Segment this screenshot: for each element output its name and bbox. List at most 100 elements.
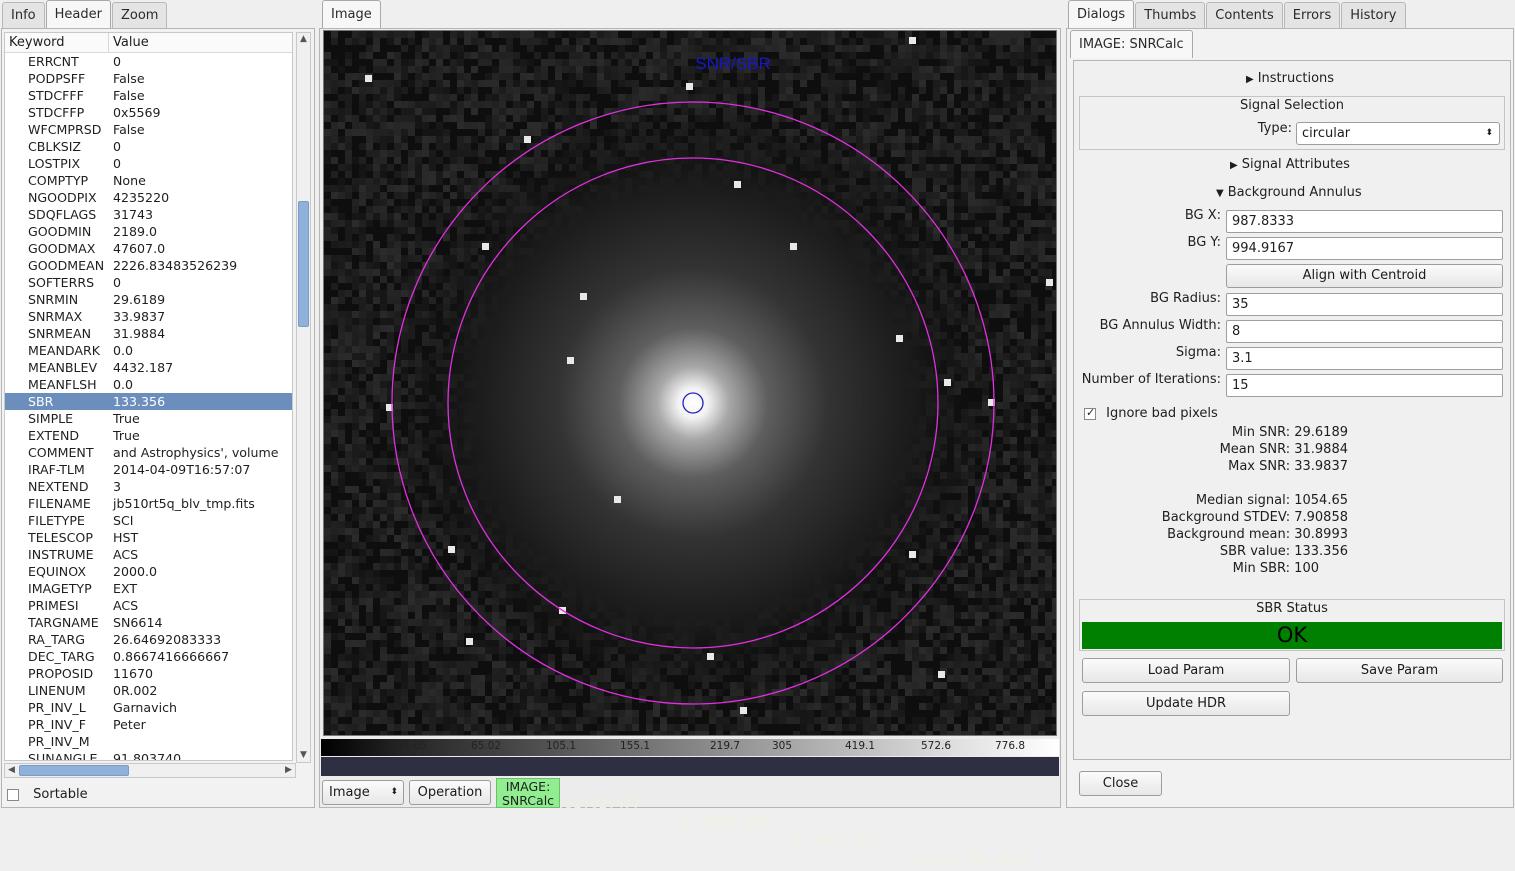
header-keyword: RA_TARG	[28, 632, 85, 647]
header-value: 2189.0	[113, 224, 158, 239]
header-row[interactable]: ERRCNT 0	[5, 53, 292, 70]
header-value: 31743	[113, 207, 154, 222]
image-mode-select[interactable]: Image ⬍	[322, 780, 404, 805]
header-row[interactable]: SNRMEAN 31.9884	[5, 325, 292, 342]
column-keyword[interactable]: Keyword	[5, 33, 109, 52]
header-vertical-scrollbar[interactable]: ▲ ▼	[296, 32, 311, 763]
galaxy-glow	[393, 103, 993, 703]
header-value: False	[113, 122, 145, 137]
header-row[interactable]: TARGNAME SN6614	[5, 614, 292, 631]
header-row[interactable]: GOODMEAN 2226.83483526239	[5, 257, 292, 274]
tab-snrcalc[interactable]: IMAGE: SNRCalc	[1070, 30, 1193, 58]
header-row[interactable]: DEC_TARG 0.8667416666667	[5, 648, 292, 665]
header-row[interactable]: PR_INV_L Garnavich	[5, 699, 292, 716]
ignore-bad-pixels-checkbox[interactable]	[1084, 406, 1096, 420]
bg-x-label: BG X:	[1184, 208, 1221, 223]
instructions-expander[interactable]: ▶ Instructions	[1246, 71, 1334, 86]
header-keyword: COMPTYP	[28, 173, 89, 188]
tab-image[interactable]: Image	[322, 0, 381, 28]
header-row[interactable]: NEXTEND 3	[5, 478, 292, 495]
tab-errors[interactable]: Errors	[1283, 2, 1341, 28]
header-row[interactable]: MEANFLSH 0.0	[5, 376, 292, 393]
header-keyword: NGOODPIX	[28, 190, 97, 205]
bg-annulus-width-input[interactable]: 8	[1226, 320, 1503, 343]
scroll-thumb[interactable]	[298, 201, 309, 327]
header-row[interactable]: RA_TARG 26.64692083333	[5, 631, 292, 648]
header-row[interactable]: SIMPLE True	[5, 410, 292, 427]
load-param-button[interactable]: Load Param	[1082, 658, 1290, 683]
ignore-bad-pixels-toggle[interactable]: Ignore bad pixels	[1084, 406, 1218, 421]
image-viewer[interactable]: SNR/SBR	[323, 30, 1057, 736]
save-param-button[interactable]: Save Param	[1296, 658, 1503, 683]
header-value: 26.64692083333	[113, 632, 222, 647]
sortable-toggle[interactable]: Sortable	[7, 787, 88, 802]
image-canvas[interactable]: SNR/SBR	[324, 31, 1057, 736]
header-keyword: SOFTERRS	[28, 275, 95, 290]
align-with-centroid-button[interactable]: Align with Centroid	[1226, 264, 1503, 288]
header-row[interactable]: IRAF-TLM 2014-04-09T16:57:07	[5, 461, 292, 478]
colorbar[interactable]: 31.05 65.02 105.1 155.1 219.7 305 419.1 …	[321, 739, 1059, 756]
header-row[interactable]: SNRMIN 29.6189	[5, 291, 292, 308]
tab-contents[interactable]: Contents	[1206, 2, 1283, 28]
header-row[interactable]: PROPOSID 11670	[5, 665, 292, 682]
sortable-checkbox[interactable]	[7, 788, 19, 801]
header-row[interactable]: PR_INV_F Peter	[5, 716, 292, 733]
tab-history[interactable]: History	[1341, 2, 1406, 28]
header-row[interactable]: MEANBLEV 4432.187	[5, 359, 292, 376]
header-horizontal-scrollbar[interactable]: ◀ ▶	[4, 763, 296, 778]
bg-y-input[interactable]: 994.9167	[1226, 237, 1503, 260]
header-row[interactable]: GOODMIN 2189.0	[5, 223, 292, 240]
header-row[interactable]: EXTEND True	[5, 427, 292, 444]
close-button[interactable]: Close	[1079, 771, 1162, 796]
header-row[interactable]: SOFTERRS 0	[5, 274, 292, 291]
header-row[interactable]: SBR 133.356	[5, 393, 292, 410]
header-row[interactable]: TELESCOP HST	[5, 529, 292, 546]
header-row[interactable]: WFCMPRSD False	[5, 121, 292, 138]
column-value[interactable]: Value	[109, 33, 149, 52]
header-row[interactable]: PODPSFF False	[5, 70, 292, 87]
header-row[interactable]: IMAGETYP EXT	[5, 580, 292, 597]
bg-x-input[interactable]: 987.8333	[1226, 210, 1503, 233]
header-row[interactable]: STDCFFP 0x5569	[5, 104, 292, 121]
scroll-left-icon[interactable]: ◀	[5, 764, 18, 777]
operation-button[interactable]: Operation	[409, 780, 491, 805]
bg-radius-input[interactable]: 35	[1226, 293, 1503, 316]
header-row[interactable]: LOSTPIX 0	[5, 155, 292, 172]
header-row[interactable]: PR_INV_M	[5, 733, 292, 750]
header-row[interactable]: SUNANGLE 91.803740	[5, 750, 292, 760]
header-row[interactable]: LINENUM 0R.002	[5, 682, 292, 699]
header-row[interactable]: SNRMAX 33.9837	[5, 308, 292, 325]
signal-type-select[interactable]: circular ⬍	[1296, 122, 1500, 145]
header-row[interactable]: GOODMAX 47607.0	[5, 240, 292, 257]
tab-info[interactable]: Info	[2, 2, 45, 28]
header-row[interactable]: COMPTYP None	[5, 172, 292, 189]
tab-header[interactable]: Header	[45, 0, 111, 28]
header-row[interactable]: FILENAME jb510rt5q_blv_tmp.fits	[5, 495, 292, 512]
sigma-label: Sigma:	[1175, 345, 1221, 360]
header-row[interactable]: STDCFFF False	[5, 87, 292, 104]
tab-thumbs[interactable]: Thumbs	[1135, 2, 1206, 28]
iterations-input[interactable]: 15	[1226, 374, 1503, 397]
tab-zoom[interactable]: Zoom	[111, 2, 168, 28]
header-row[interactable]: PRIMESI ACS	[5, 597, 292, 614]
scroll-down-icon[interactable]: ▼	[297, 749, 310, 762]
header-keyword: PODPSFF	[28, 71, 86, 86]
header-row[interactable]: SDQFLAGS 31743	[5, 206, 292, 223]
scroll-right-icon[interactable]: ▶	[282, 764, 295, 777]
header-row[interactable]: CBLKSIZ 0	[5, 138, 292, 155]
update-hdr-button[interactable]: Update HDR	[1082, 691, 1290, 716]
header-row[interactable]: NGOODPIX 4235220	[5, 189, 292, 206]
background-annulus-expander[interactable]: ▼ Background Annulus	[1216, 185, 1362, 200]
tab-dialogs[interactable]: Dialogs	[1068, 0, 1135, 28]
sigma-input[interactable]: 3.1	[1226, 347, 1503, 370]
hscroll-thumb[interactable]	[19, 765, 129, 776]
header-row[interactable]: MEANDARK 0.0	[5, 342, 292, 359]
header-row[interactable]: COMMENT and Astrophysics', volume	[5, 444, 292, 461]
active-plugin-badge[interactable]: IMAGE: SNRCalc	[496, 778, 560, 808]
scroll-up-icon[interactable]: ▲	[297, 33, 310, 46]
signal-attributes-expander[interactable]: ▶ Signal Attributes	[1230, 157, 1350, 172]
header-row[interactable]: FILETYPE SCI	[5, 512, 292, 529]
header-table[interactable]: Keyword Value ERRCNT 0 PODPSFF False STDCFFF…	[4, 32, 293, 761]
header-row[interactable]: EQUINOX 2000.0	[5, 563, 292, 580]
header-row[interactable]: INSTRUME ACS	[5, 546, 292, 563]
